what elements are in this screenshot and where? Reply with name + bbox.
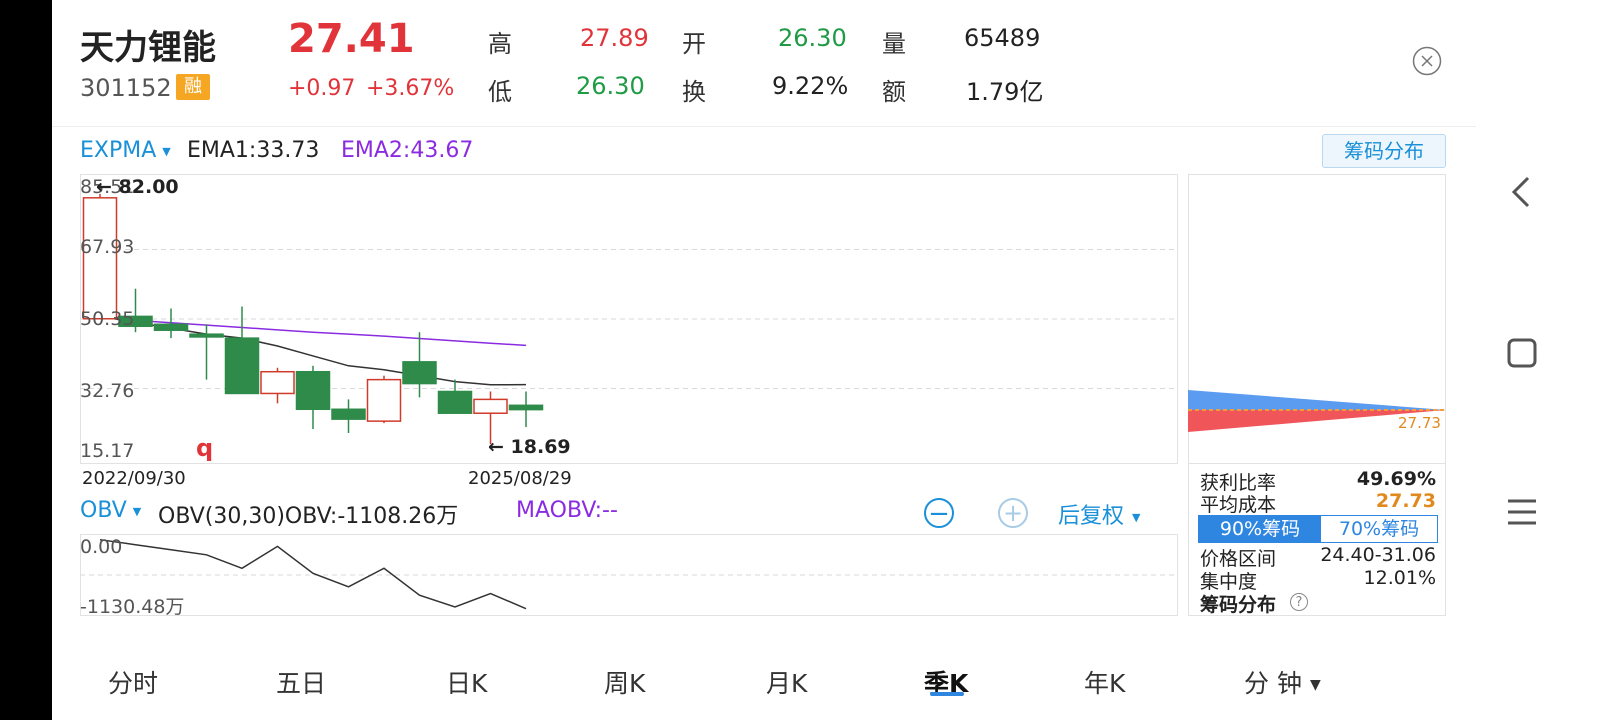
y-tick-4: 15.17 (80, 440, 135, 462)
y-tick-3: 32.76 (80, 380, 135, 402)
low-label: 低 (488, 78, 512, 106)
candle-body (189, 333, 224, 338)
q-marker: q (196, 434, 214, 462)
candle-body (402, 361, 437, 385)
turnover-value: 9.22% (772, 72, 849, 100)
turnover-label: 换 (682, 78, 706, 106)
chips-distribution-button[interactable]: 筹码分布 (1322, 134, 1446, 168)
stock-code: 301152 (80, 74, 172, 102)
zoom-out-button[interactable]: − (924, 498, 954, 528)
stock-name: 天力锂能 (80, 28, 216, 68)
tab-90-chips[interactable]: 90%筹码 (1198, 515, 1322, 543)
header-divider (52, 126, 1476, 127)
y-tick-2: 50.35 (80, 308, 135, 330)
candle-body (331, 408, 366, 420)
avg-cost-value: 27.73 (1375, 490, 1436, 512)
obv-params: OBV(30,30)OBV:-1108.26万 (158, 504, 459, 529)
home-icon[interactable] (1507, 338, 1537, 368)
price-change: +0.97 (288, 76, 356, 101)
margin-badge: 融 (176, 74, 210, 100)
indicator-selector[interactable]: EXPMA ▼ (80, 138, 171, 163)
high-label: 高 (488, 30, 512, 58)
ema2-value: EMA2:43.67 (341, 138, 474, 163)
help-icon[interactable]: ? (1290, 593, 1308, 611)
obv-selector[interactable]: OBV ▼ (80, 498, 141, 523)
y-tick-1: 67.93 (80, 236, 135, 258)
obv-chart[interactable] (80, 534, 1178, 616)
max-price-marker: ← 82.00 (96, 176, 179, 198)
x-start-date: 2022/09/30 (82, 468, 186, 489)
tab-minute-label: 分 钟 (1244, 669, 1302, 698)
dropdown-triangle-icon: ▼ (132, 504, 142, 518)
candle-body (260, 370, 295, 395)
candlestick-chart[interactable] (80, 174, 1178, 464)
stock-screen: 天力锂能 301152 融 27.41 +0.97 +3.67% 高 27.89… (52, 0, 1476, 720)
candle-body (473, 398, 508, 414)
amount-label: 额 (882, 78, 906, 106)
active-tab-indicator (930, 692, 964, 696)
candle-body (82, 197, 118, 320)
indicator-name: EXPMA (80, 138, 157, 163)
chips-cost-marker: 27.73 (1398, 414, 1441, 432)
volume-value: 65489 (964, 24, 1041, 52)
zoom-in-button[interactable]: + (998, 498, 1028, 528)
current-price: 27.41 (288, 16, 415, 62)
tab-daily-k[interactable]: 日K (446, 664, 487, 700)
back-icon[interactable] (1506, 172, 1536, 212)
dropdown-triangle-icon: ▼ (1309, 677, 1321, 693)
profit-ratio-value: 49.69% (1356, 468, 1436, 490)
obv-name: OBV (80, 498, 127, 523)
min-price-value: 18.69 (510, 436, 571, 458)
price-range-value: 24.40-31.06 (1320, 544, 1436, 566)
volume-label: 量 (882, 30, 906, 58)
tab-monthly-k[interactable]: 月K (766, 664, 807, 700)
open-value: 26.30 (778, 24, 847, 52)
low-value: 26.30 (576, 72, 645, 100)
tab-wuri[interactable]: 五日 (276, 664, 326, 700)
obv-y-top: 0.00 (80, 536, 123, 558)
close-icon[interactable] (1412, 46, 1442, 76)
price-change-percent: +3.67% (366, 76, 455, 101)
x-end-date: 2025/08/29 (468, 468, 572, 489)
chips-footer-label: 筹码分布 (1200, 594, 1277, 616)
adjust-dropdown[interactable]: 后复权 ▼ (1058, 498, 1140, 530)
candle-body (224, 337, 260, 395)
tab-yearly-k[interactable]: 年K (1084, 664, 1125, 700)
dropdown-triangle-icon: ▼ (1132, 510, 1141, 524)
candle-body (366, 378, 402, 422)
candle-body (295, 370, 331, 411)
tab-minute[interactable]: 分 钟 ▼ (1244, 664, 1321, 700)
obv-y-bottom: -1130.48万 (80, 596, 185, 618)
open-label: 开 (682, 30, 706, 58)
candle-body (153, 323, 189, 331)
amount-value: 1.79亿 (966, 78, 1044, 106)
tab-fenshi[interactable]: 分时 (108, 664, 158, 700)
tab-weekly-k[interactable]: 周K (604, 664, 645, 700)
menu-icon[interactable] (1506, 496, 1538, 528)
high-value: 27.89 (580, 24, 649, 52)
min-price-marker: ← 18.69 (488, 436, 571, 458)
concentration-value: 12.01% (1363, 567, 1436, 589)
max-price-value: 82.00 (118, 176, 179, 198)
maobv-value: MAOBV:-- (516, 498, 618, 523)
candle-body (508, 404, 544, 411)
ema1-value: EMA1:33.73 (187, 138, 320, 163)
candle-body (437, 390, 473, 414)
system-nav-bar (1476, 0, 1600, 720)
dropdown-triangle-icon: ▼ (162, 144, 171, 158)
tab-70-chips[interactable]: 70%筹码 (1320, 515, 1438, 543)
avg-cost-label: 平均成本 (1200, 494, 1277, 516)
adjust-label: 后复权 (1058, 504, 1125, 529)
